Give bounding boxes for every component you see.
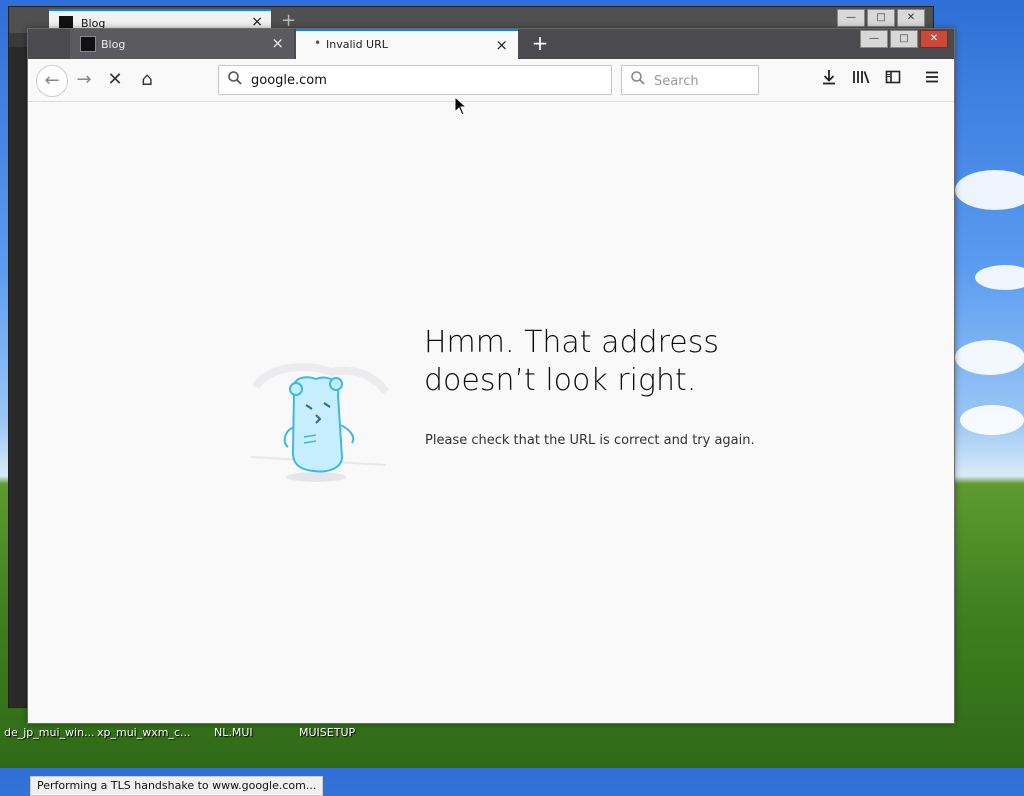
download-button[interactable]: [816, 67, 842, 93]
url-input[interactable]: [249, 69, 603, 91]
navigation-toolbar: ← → ✕ ⌂: [28, 59, 954, 102]
stop-loading-button[interactable]: ✕: [101, 67, 129, 93]
desktop-file-label[interactable]: de_jp_mui_win...: [4, 726, 95, 739]
close-icon[interactable]: ✕: [897, 9, 925, 27]
desktop-cloud: [955, 170, 1024, 210]
search-icon: [227, 70, 243, 90]
status-bar: Performing a TLS handshake to www.google…: [30, 776, 324, 796]
desktop-cloud: [955, 340, 1024, 375]
tab-invalid-url[interactable]: • Invalid URL ×: [296, 29, 518, 59]
desktop-file-label[interactable]: NL.MUI: [214, 726, 253, 739]
desktop-cloud: [960, 405, 1024, 435]
search-input[interactable]: [652, 70, 756, 92]
new-tab-button[interactable]: +: [528, 31, 552, 55]
minimize-icon[interactable]: —: [837, 9, 865, 27]
library-icon: [853, 71, 870, 84]
error-title: Hmm. That address doesn’t look right.: [424, 325, 719, 398]
confused-bear-illustration-icon: [246, 347, 396, 487]
blog-favicon-icon: [80, 36, 96, 52]
forward-button[interactable]: →: [70, 67, 98, 93]
url-bar[interactable]: [218, 65, 612, 95]
download-icon: [823, 70, 835, 85]
page-content: Hmm. That address doesn’t look right. Pl…: [28, 102, 954, 796]
desktop-icon-labels: de_jp_mui_win... xp_mui_wxm_c... NL.MUI …: [0, 724, 1024, 744]
loading-dot-icon: •: [314, 36, 322, 50]
background-window-edge: [9, 47, 29, 707]
tab-blog[interactable]: Blog ×: [70, 29, 294, 59]
sidebar-icon: [885, 70, 901, 84]
error-description: Please check that the URL is correct and…: [425, 433, 755, 448]
minimize-icon[interactable]: —: [860, 30, 888, 48]
search-bar[interactable]: [621, 65, 759, 95]
desktop-file-label[interactable]: xp_mui_wxm_c...: [97, 726, 191, 739]
desktop-file-label[interactable]: MUISETUP: [299, 726, 355, 739]
tab-bar: Blog × • Invalid URL × + — □ ✕: [28, 29, 954, 59]
browser-window: Blog × • Invalid URL × + — □ ✕ ← → ✕ ⌂ g…: [27, 28, 955, 796]
desktop-cloud: [975, 265, 1024, 290]
mouse-cursor-icon: [454, 95, 468, 120]
tab-title: Invalid URL: [326, 38, 388, 51]
maximize-icon[interactable]: □: [867, 9, 895, 27]
sidebar-button[interactable]: [880, 67, 906, 93]
maximize-icon[interactable]: □: [890, 30, 918, 48]
menu-icon: [926, 71, 938, 83]
home-button[interactable]: ⌂: [133, 67, 161, 93]
back-button[interactable]: ←: [36, 65, 68, 97]
close-tab-icon[interactable]: ×: [271, 34, 284, 52]
library-button[interactable]: [848, 67, 874, 93]
tab-title: Blog: [101, 38, 126, 51]
search-icon: [630, 70, 646, 90]
background-window-controls: — □ ✕: [837, 9, 925, 27]
close-window-icon[interactable]: ✕: [920, 30, 948, 48]
hamburger-menu-button[interactable]: [919, 67, 945, 93]
window-controls: — □ ✕: [860, 30, 948, 48]
close-tab-icon[interactable]: ×: [495, 36, 508, 54]
